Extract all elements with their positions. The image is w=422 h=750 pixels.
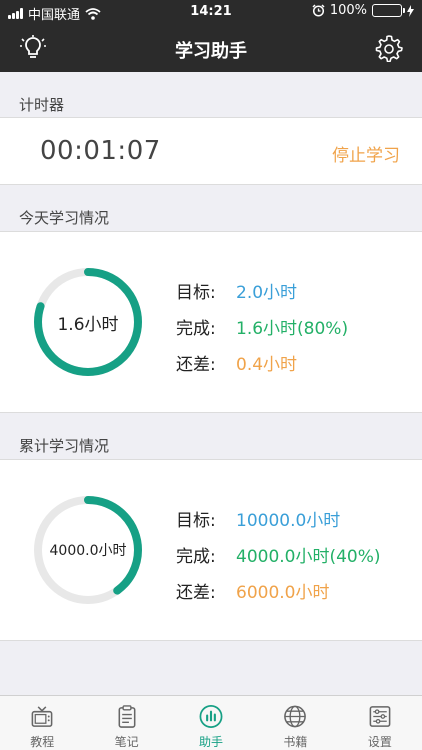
total-goal-value: 10000.0小时	[236, 510, 341, 531]
tab-tutorials[interactable]: 教程	[0, 696, 84, 750]
status-right: 100%	[312, 3, 414, 18]
today-stats-card: 1.6小时 目标: 2.0小时 完成: 1.6小时(80%) 还差: 0.4小时	[0, 231, 422, 413]
total-done-key: 完成:	[176, 546, 216, 567]
today-done-value: 1.6小时(80%)	[236, 318, 349, 339]
total-ring-label: 4000.0小时	[49, 543, 127, 559]
total-stats-card: 4000.0小时 目标: 10000.0小时 完成: 4000.0小时(40%)…	[0, 459, 422, 641]
today-progress-ring: 1.6小时	[32, 266, 144, 378]
today-done-key: 完成:	[176, 318, 216, 339]
tab-label-assistant: 助手	[199, 735, 224, 749]
tab-assistant[interactable]: 助手	[169, 696, 253, 750]
today-remaining-value: 0.4小时	[236, 354, 298, 375]
tab-label-notes: 笔记	[114, 735, 139, 749]
tab-label-tutorials: 教程	[30, 735, 55, 749]
total-goal-key: 目标:	[176, 510, 216, 531]
tab-label-books: 书籍	[283, 735, 308, 749]
globe-icon	[284, 705, 307, 728]
tab-notes[interactable]: 笔记	[84, 696, 168, 750]
today-stat-rows: 目标: 2.0小时 完成: 1.6小时(80%) 还差: 0.4小时	[176, 272, 348, 380]
tab-books[interactable]: 书籍	[253, 696, 337, 750]
clipboard-icon	[118, 705, 136, 728]
today-goal-row: 目标: 2.0小时	[176, 272, 348, 308]
sliders-icon	[369, 706, 391, 727]
status-bar: 中国联通 14:21 100%	[0, 0, 422, 24]
page-title: 学习助手	[175, 41, 247, 62]
today-section-header: 今天学习情况	[19, 209, 110, 227]
tv-icon	[31, 706, 53, 727]
today-remaining-key: 还差:	[176, 354, 216, 375]
tab-settings[interactable]: 设置	[338, 696, 422, 750]
tab-bar: 教程 笔记 助手 书籍 设置	[0, 695, 422, 750]
stop-study-button[interactable]: 停止学习	[332, 141, 400, 166]
tab-label-settings: 设置	[367, 735, 392, 749]
today-goal-value: 2.0小时	[236, 282, 298, 303]
timer-section-header: 计时器	[19, 96, 65, 114]
nav-bar: 学习助手	[0, 24, 422, 72]
total-remaining-row: 还差: 6000.0小时	[176, 572, 381, 608]
total-done-row: 完成: 4000.0小时(40%)	[176, 536, 381, 572]
battery-icon	[372, 4, 405, 17]
total-progress-ring: 4000.0小时	[32, 494, 144, 606]
gear-icon[interactable]	[375, 34, 403, 62]
today-goal-key: 目标:	[176, 282, 216, 303]
alarm-icon	[312, 4, 325, 17]
total-remaining-value: 6000.0小时	[236, 582, 330, 603]
today-ring-label: 1.6小时	[57, 314, 119, 335]
total-stat-rows: 目标: 10000.0小时 完成: 4000.0小时(40%) 还差: 6000…	[176, 500, 381, 608]
charging-icon	[407, 4, 414, 17]
total-remaining-key: 还差:	[176, 582, 216, 603]
timer-card: 00:01:07 停止学习	[0, 117, 422, 185]
timer-display: 00:01:07	[40, 136, 161, 166]
total-done-value: 4000.0小时(40%)	[236, 546, 381, 567]
today-done-row: 完成: 1.6小时(80%)	[176, 308, 348, 344]
total-goal-row: 目标: 10000.0小时	[176, 500, 381, 536]
battery-percent: 100%	[329, 3, 367, 18]
top-bar: 中国联通 14:21 100% 学习助手	[0, 0, 422, 72]
chart-icon	[199, 705, 223, 728]
total-section-header: 累计学习情况	[19, 437, 110, 455]
today-remaining-row: 还差: 0.4小时	[176, 344, 348, 380]
